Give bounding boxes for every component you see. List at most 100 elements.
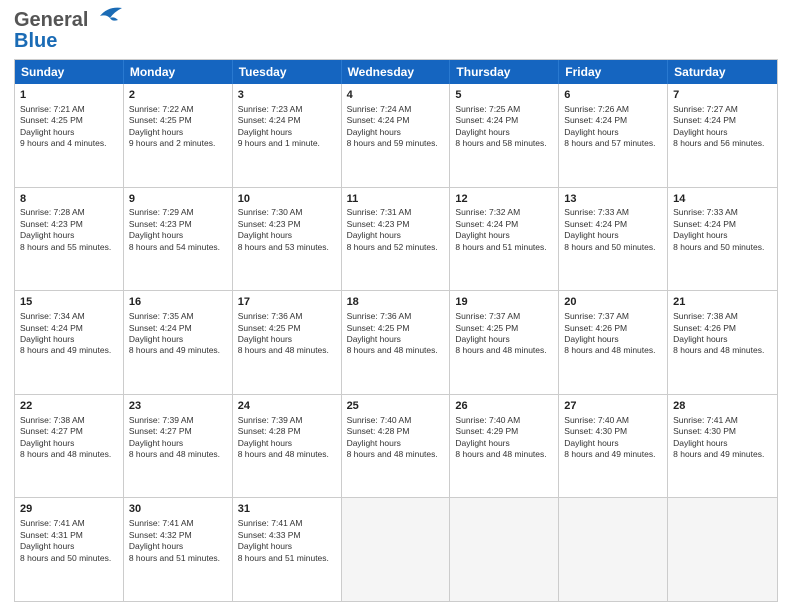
calendar-cell: [450, 498, 559, 601]
calendar-cell: 27Sunrise: 7:40 AMSunset: 4:30 PMDayligh…: [559, 395, 668, 498]
sunset-label: Sunset: 4:24 PM: [455, 219, 518, 229]
daylight-value: 9 hours and 2 minutes.: [129, 138, 215, 148]
calendar-cell: 2Sunrise: 7:22 AMSunset: 4:25 PMDaylight…: [124, 84, 233, 187]
sunrise-label: Sunrise: 7:36 AM: [238, 311, 303, 321]
sunset-label: Sunset: 4:25 PM: [238, 323, 301, 333]
calendar-cell: 8Sunrise: 7:28 AMSunset: 4:23 PMDaylight…: [15, 188, 124, 291]
daylight-value: 8 hours and 48 minutes.: [347, 345, 438, 355]
day-number: 15: [20, 295, 118, 310]
sunrise-label: Sunrise: 7:41 AM: [20, 518, 85, 528]
daylight-value: 8 hours and 51 minutes.: [238, 553, 329, 563]
day-number: 9: [129, 192, 227, 207]
daylight-label: Daylight hours: [238, 334, 292, 344]
calendar-cell: 22Sunrise: 7:38 AMSunset: 4:27 PMDayligh…: [15, 395, 124, 498]
daylight-value: 8 hours and 48 minutes.: [20, 449, 111, 459]
calendar-cell: 5Sunrise: 7:25 AMSunset: 4:24 PMDaylight…: [450, 84, 559, 187]
day-number: 19: [455, 295, 553, 310]
day-number: 18: [347, 295, 445, 310]
daylight-value: 8 hours and 51 minutes.: [455, 242, 546, 252]
day-number: 20: [564, 295, 662, 310]
sunset-label: Sunset: 4:32 PM: [129, 530, 192, 540]
sunrise-label: Sunrise: 7:31 AM: [347, 207, 412, 217]
sunrise-label: Sunrise: 7:35 AM: [129, 311, 194, 321]
day-number: 2: [129, 88, 227, 103]
daylight-value: 8 hours and 48 minutes.: [238, 345, 329, 355]
sunrise-label: Sunrise: 7:37 AM: [455, 311, 520, 321]
sunrise-label: Sunrise: 7:38 AM: [673, 311, 738, 321]
day-number: 12: [455, 192, 553, 207]
sunset-label: Sunset: 4:28 PM: [238, 426, 301, 436]
sunset-label: Sunset: 4:28 PM: [347, 426, 410, 436]
calendar-cell: 17Sunrise: 7:36 AM Sunset: 4:25 PMDayligh…: [233, 291, 342, 394]
daylight-value: 8 hours and 49 minutes.: [673, 449, 764, 459]
daylight-value: 8 hours and 48 minutes.: [564, 345, 655, 355]
calendar-cell: 1Sunrise: 7:21 AMSunset: 4:25 PMDaylight…: [15, 84, 124, 187]
daylight-label: Daylight hours: [129, 127, 183, 137]
sunrise-label: Sunrise: 7:33 AM: [673, 207, 738, 217]
col-sunday: Sunday: [15, 60, 124, 84]
sunset-label: Sunset: 4:33 PM: [238, 530, 301, 540]
sunset-label: Sunset: 4:23 PM: [238, 219, 301, 229]
sunset-label: Sunset: 4:24 PM: [20, 323, 83, 333]
daylight-value: 8 hours and 54 minutes.: [129, 242, 220, 252]
daylight-label: Daylight hours: [564, 127, 618, 137]
calendar-cell: 30Sunrise: 7:41 AMSunset: 4:32 PMDayligh…: [124, 498, 233, 601]
calendar-row-2: 8Sunrise: 7:28 AMSunset: 4:23 PMDaylight…: [15, 187, 777, 291]
sunrise-label: Sunrise: 7:39 AM: [129, 415, 194, 425]
daylight-value: 8 hours and 48 minutes.: [455, 345, 546, 355]
daylight-value: 8 hours and 53 minutes.: [238, 242, 329, 252]
day-number: 24: [238, 399, 336, 414]
day-number: 26: [455, 399, 553, 414]
sunrise-label: Sunrise: 7:24 AM: [347, 104, 412, 114]
col-saturday: Saturday: [668, 60, 777, 84]
sunset-label: Sunset: 4:24 PM: [673, 115, 736, 125]
calendar-cell: 4Sunrise: 7:24 AMSunset: 4:24 PMDaylight…: [342, 84, 451, 187]
sunrise-label: Sunrise: 7:41 AM: [673, 415, 738, 425]
day-number: 1: [20, 88, 118, 103]
sunrise-label: Sunrise: 7:37 AM: [564, 311, 629, 321]
daylight-label: Daylight hours: [238, 230, 292, 240]
sunset-label: Sunset: 4:27 PM: [129, 426, 192, 436]
sunset-label: Sunset: 4:29 PM: [455, 426, 518, 436]
daylight-value: 9 hours and 4 minutes.: [20, 138, 106, 148]
day-number: 21: [673, 295, 772, 310]
sunrise-label: Sunrise: 7:38 AM: [20, 415, 85, 425]
calendar-cell: 29Sunrise: 7:41 AMSunset: 4:31 PMDayligh…: [15, 498, 124, 601]
calendar-cell: 19Sunrise: 7:37 AMSunset: 4:25 PMDayligh…: [450, 291, 559, 394]
sunrise-label: Sunrise: 7:34 AM: [20, 311, 85, 321]
calendar-cell: 3Sunrise: 7:23 AMSunset: 4:24 PMDaylight…: [233, 84, 342, 187]
sunrise-label: Sunrise: 7:27 AM: [673, 104, 738, 114]
day-number: 13: [564, 192, 662, 207]
sunrise-label: Sunrise: 7:32 AM: [455, 207, 520, 217]
day-number: 27: [564, 399, 662, 414]
sunrise-label: Sunrise: 7:23 AM: [238, 104, 303, 114]
sunrise-label: Sunrise: 7:22 AM: [129, 104, 194, 114]
daylight-label: Daylight hours: [238, 438, 292, 448]
sunrise-label: Sunrise: 7:39 AM: [238, 415, 303, 425]
daylight-value: 8 hours and 58 minutes.: [455, 138, 546, 148]
sunrise-label: Sunrise: 7:28 AM: [20, 207, 85, 217]
sunset-label: Sunset: 4:23 PM: [347, 219, 410, 229]
daylight-label: Daylight hours: [455, 230, 509, 240]
daylight-value: 8 hours and 52 minutes.: [347, 242, 438, 252]
daylight-value: 8 hours and 56 minutes.: [673, 138, 764, 148]
daylight-label: Daylight hours: [129, 438, 183, 448]
logo: General Blue: [14, 10, 122, 53]
calendar-cell: 7Sunrise: 7:27 AMSunset: 4:24 PMDaylight…: [668, 84, 777, 187]
col-friday: Friday: [559, 60, 668, 84]
daylight-label: Daylight hours: [347, 438, 401, 448]
daylight-label: Daylight hours: [564, 334, 618, 344]
calendar-cell: 31Sunrise: 7:41 AMSunset: 4:33 PMDayligh…: [233, 498, 342, 601]
calendar-row-3: 15Sunrise: 7:34 AM Sunset: 4:24 PM Dayligh…: [15, 290, 777, 394]
sunset-label: Sunset: 4:26 PM: [564, 323, 627, 333]
logo-block: General Blue: [14, 10, 122, 53]
logo-blue: Blue: [14, 30, 57, 53]
day-number: 17: [238, 295, 336, 310]
daylight-value: 8 hours and 48 minutes.: [129, 449, 220, 459]
day-number: 28: [673, 399, 772, 414]
daylight-label: Daylight hours: [347, 230, 401, 240]
sunrise-label: Sunrise: 7:25 AM: [455, 104, 520, 114]
calendar-cell: 6Sunrise: 7:26 AMSunset: 4:24 PMDaylight…: [559, 84, 668, 187]
day-number: 30: [129, 502, 227, 517]
sunrise-label: Sunrise: 7:41 AM: [129, 518, 194, 528]
